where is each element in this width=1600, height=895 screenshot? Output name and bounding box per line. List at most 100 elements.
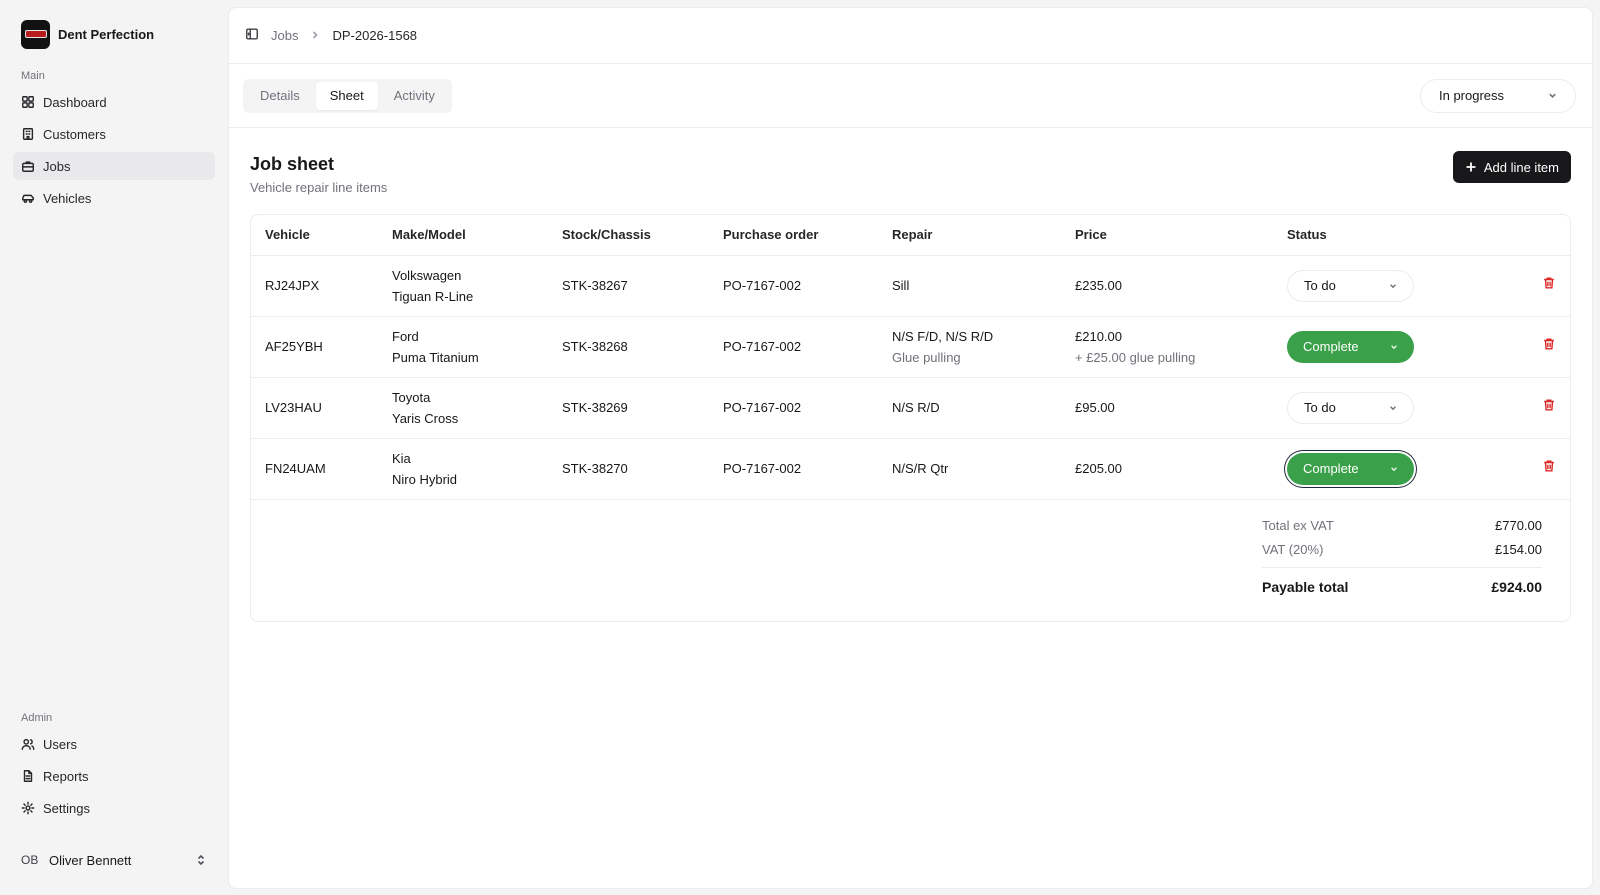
make: Ford [392, 328, 419, 344]
cell-make-model: Kia Niro Hybrid [378, 438, 548, 500]
cell-vehicle: AF25YBH [251, 316, 378, 378]
tab-activity[interactable]: Activity [380, 82, 449, 110]
trash-icon[interactable] [1542, 337, 1556, 351]
table-row: LV23HAU Toyota Yaris Cross STK-38269 PO-7… [251, 377, 1570, 439]
column-header: Make/Model [378, 215, 548, 256]
sidebar-item-dashboard[interactable]: Dashboard [13, 88, 215, 116]
cell-stock: STK-38268 [548, 316, 709, 378]
total-ex-vat-value: £770.00 [1495, 517, 1542, 533]
breadcrumb-jobs[interactable]: Jobs [271, 28, 298, 43]
line-items-table: Vehicle Make/Model Stock/Chassis Purchas… [251, 215, 1570, 500]
cell-vehicle: RJ24JPX [251, 255, 378, 317]
sidebar: Dent Perfection Main Dashboard Customers… [0, 0, 228, 895]
model: Yaris Cross [392, 410, 459, 426]
page-title: Job sheet [250, 154, 335, 174]
cell-po: PO-7167-002 [709, 438, 878, 500]
chevron-down-icon [1390, 405, 1396, 410]
column-header: Purchase order [709, 215, 878, 256]
tabs: Details Sheet Activity [243, 78, 452, 113]
user-menu[interactable]: OB Oliver Bennett [13, 846, 215, 874]
main-panel: Jobs DP-2026-1568 Details Sheet Activity… [228, 7, 1593, 889]
brand[interactable]: Dent Perfection [13, 18, 215, 50]
payable-total-row: Payable total £924.00 [1262, 567, 1542, 601]
chevron-down-icon [1391, 466, 1397, 471]
chevron-right-icon [310, 28, 320, 43]
building-icon [22, 128, 34, 140]
tab-details[interactable]: Details [246, 82, 314, 110]
column-header: Price [1061, 215, 1273, 256]
vat-value: £154.00 [1495, 541, 1542, 557]
sidebar-item-jobs[interactable]: Jobs [13, 152, 215, 180]
table-row: AF25YBH Ford Puma Titanium STK-38268 PO-7… [251, 316, 1570, 378]
make: Volkswagen [392, 267, 462, 283]
cell-make-model: Ford Puma Titanium [378, 316, 548, 378]
users-icon [21, 738, 35, 750]
status-value: Complete [1303, 461, 1359, 476]
cell-make-model: Toyota Yaris Cross [378, 377, 548, 439]
sidebar-item-reports[interactable]: Reports [13, 762, 215, 790]
status-value: Complete [1303, 339, 1359, 354]
cell-stock: STK-38269 [548, 377, 709, 439]
admin-nav: Admin Users Reports Settings [13, 712, 215, 826]
payable-total-value: £924.00 [1491, 578, 1542, 595]
cell-price: £235.00 [1061, 255, 1273, 317]
price: £210.00 [1075, 328, 1122, 344]
sidebar-item-label: Users [43, 736, 77, 752]
cell-repair: Sill [878, 255, 1061, 317]
trash-icon[interactable] [1542, 276, 1556, 290]
totals: Total ex VAT £770.00 VAT (20%) £154.00 P… [1262, 513, 1542, 601]
tabs-bar: Details Sheet Activity In progress [229, 64, 1592, 128]
status-value: To do [1304, 400, 1336, 415]
payable-total-label: Payable total [1262, 578, 1349, 595]
chevron-up-down-icon [197, 854, 205, 866]
table-row: RJ24JPX Volkswagen Tiguan R-Line STK-3826… [251, 255, 1570, 317]
add-line-item-button[interactable]: Add line item [1452, 151, 1571, 183]
sidebar-toggle-icon [246, 28, 258, 40]
column-header: Status [1273, 215, 1523, 256]
cell-stock: STK-38270 [548, 438, 709, 500]
nav-group-main: Main [21, 70, 45, 82]
cell-repair: N/S F/D, N/S R/D Glue pulling [878, 316, 1061, 378]
trash-icon[interactable] [1542, 459, 1556, 473]
sidebar-item-vehicles[interactable]: Vehicles [13, 184, 215, 212]
table-header-row: Vehicle Make/Model Stock/Chassis Purchas… [251, 215, 1570, 256]
chevron-down-icon [1391, 344, 1397, 349]
sidebar-toggle-button[interactable] [245, 27, 259, 44]
status-select[interactable]: To do [1287, 269, 1414, 302]
sidebar-item-label: Customers [43, 126, 106, 142]
status-select[interactable]: To do [1287, 391, 1414, 424]
line-items-card: Vehicle Make/Model Stock/Chassis Purchas… [250, 214, 1571, 622]
model: Niro Hybrid [392, 471, 458, 487]
add-line-item-label: Add line item [1483, 159, 1559, 175]
trash-icon[interactable] [1542, 398, 1556, 412]
total-ex-vat-label: Total ex VAT [1262, 517, 1334, 533]
price-note: + £25.00 glue pulling [1075, 349, 1196, 365]
sidebar-item-settings[interactable]: Settings [13, 794, 215, 822]
cell-stock: STK-38267 [548, 255, 709, 317]
column-header: Vehicle [251, 215, 378, 256]
status-select[interactable]: Complete [1287, 452, 1414, 485]
job-status-select[interactable]: In progress [1420, 78, 1576, 113]
cell-price: £205.00 [1061, 438, 1273, 500]
model: Tiguan R-Line [392, 288, 474, 304]
gear-icon [21, 801, 35, 815]
status-select[interactable]: Complete [1287, 330, 1414, 363]
plus-icon [1466, 162, 1476, 172]
dashboard-icon [22, 96, 34, 108]
car-icon [22, 194, 34, 203]
column-header-actions [1523, 215, 1570, 256]
nav-group-admin: Admin [21, 712, 53, 724]
cell-make-model: Volkswagen Tiguan R-Line [378, 255, 548, 317]
sidebar-item-label: Dashboard [43, 94, 107, 110]
page-subtitle: Vehicle repair line items [250, 180, 388, 195]
sidebar-item-label: Vehicles [43, 190, 92, 206]
vat-row: VAT (20%) £154.00 [1262, 537, 1542, 561]
make: Toyota [392, 389, 431, 405]
sidebar-item-customers[interactable]: Customers [13, 120, 215, 148]
tab-sheet[interactable]: Sheet [315, 81, 378, 110]
sidebar-item-label: Reports [43, 768, 89, 784]
repair-note: Glue pulling [892, 349, 961, 365]
chevron-down-icon [1390, 283, 1396, 288]
sidebar-item-users[interactable]: Users [13, 730, 215, 758]
column-header: Stock/Chassis [548, 215, 709, 256]
